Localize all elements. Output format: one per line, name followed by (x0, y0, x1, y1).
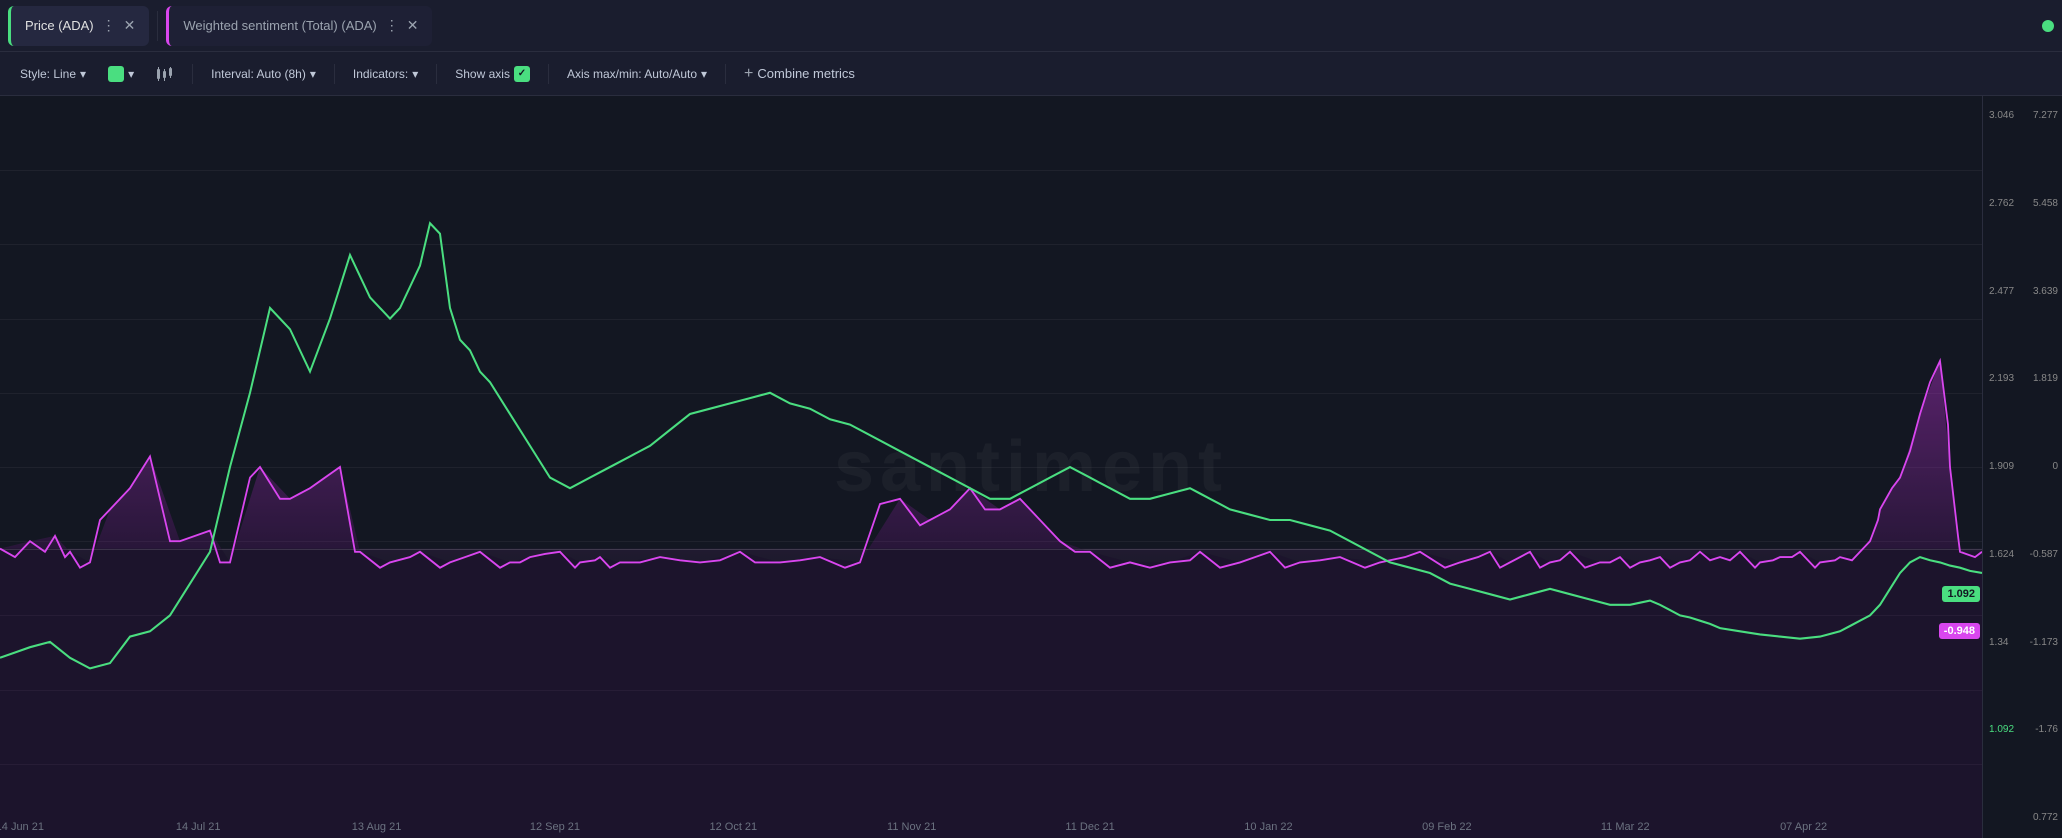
x-label-8: 09 Feb 22 (1422, 821, 1472, 833)
tab-weighted-sentiment-close-icon[interactable]: ✕ (407, 17, 419, 34)
x-label-1: 14 Jul 21 (176, 821, 221, 833)
y-label-pink-0: 7.277 (2027, 110, 2062, 122)
y-label-pink-8: 0.772 (2027, 812, 2062, 824)
style-chevron-icon: ▾ (80, 67, 86, 81)
tab-price-ada-close-icon[interactable]: ✕ (124, 17, 136, 34)
y-label-green-1: 2.762 (1983, 198, 2014, 210)
x-label-5: 11 Nov 21 (887, 821, 936, 833)
toolbar-separator-1 (192, 64, 193, 84)
y-label-green-3: 2.193 (1983, 373, 2014, 385)
axis-max-min-chevron-icon: ▾ (701, 67, 707, 81)
y-label-pink-3: 1.819 (2027, 373, 2062, 385)
color-swatch (108, 66, 124, 82)
tab-weighted-sentiment[interactable]: Weighted sentiment (Total) (ADA) ⋮ ✕ (166, 6, 432, 46)
y-label-pink-2: 3.639 (2027, 286, 2062, 298)
interval-chevron-icon: ▾ (310, 67, 316, 81)
indicators-chevron-icon: ▾ (412, 67, 418, 81)
y-label-pink-6: -1.173 (2024, 637, 2062, 649)
toolbar-separator-2 (334, 64, 335, 84)
toolbar: Style: Line ▾ ▾ Interval: Auto (8h) (0, 52, 2062, 96)
interval-selector[interactable]: Interval: Auto (8h) ▾ (203, 63, 324, 85)
style-selector[interactable]: Style: Line ▾ (12, 63, 94, 85)
x-label-7: 10 Jan 22 (1244, 821, 1292, 833)
price-badge-pink: -0.948 (1939, 623, 1980, 639)
tab-divider (157, 11, 158, 41)
tab-price-ada[interactable]: Price (ADA) ⋮ ✕ (8, 6, 149, 46)
combine-metrics-button[interactable]: + Combine metrics (736, 61, 863, 87)
x-label-10: 07 Apr 22 (1780, 821, 1827, 833)
axis-max-min-selector[interactable]: Axis max/min: Auto/Auto ▾ (559, 63, 715, 85)
show-axis-toggle[interactable]: Show axis ✓ (447, 62, 538, 86)
x-label-4: 12 Oct 21 (709, 821, 757, 833)
combine-metrics-plus-icon: + (744, 65, 753, 83)
indicators-label: Indicators: (353, 67, 408, 81)
x-label-3: 12 Sep 21 (530, 821, 580, 833)
tab-weighted-sentiment-more-icon[interactable]: ⋮ (385, 17, 399, 34)
y-label-pink-7: -1.76 (2029, 724, 2062, 736)
chart-area: santiment (0, 96, 2062, 838)
y-label-green-6: 1.34 (1983, 637, 2008, 649)
y-label-pink-1: 5.458 (2027, 198, 2062, 210)
y-label-green-4: 1.909 (1983, 461, 2014, 473)
price-badge-green: 1.092 (1942, 586, 1980, 602)
interval-label: Interval: Auto (8h) (211, 67, 306, 81)
tab-price-ada-more-icon[interactable]: ⋮ (102, 17, 116, 34)
color-chevron-icon: ▾ (128, 67, 134, 81)
show-axis-checkbox[interactable]: ✓ (514, 66, 530, 82)
combine-metrics-label: Combine metrics (757, 66, 855, 81)
y-label-green-7: 1.092 (1983, 724, 2014, 736)
tab-price-ada-label: Price (ADA) (25, 18, 94, 33)
candle-icon (156, 67, 174, 81)
sentiment-fill-area-below (0, 361, 1982, 838)
show-axis-label: Show axis (455, 67, 510, 81)
y-label-pink-4: 0 (2046, 461, 2062, 473)
color-picker[interactable]: ▾ (100, 62, 142, 86)
toolbar-separator-5 (725, 64, 726, 84)
candle-type-selector[interactable] (148, 63, 182, 85)
x-label-6: 11 Dec 21 (1065, 821, 1114, 833)
axis-max-min-label: Axis max/min: Auto/Auto (567, 67, 697, 81)
y-label-green-0: 3.046 (1983, 110, 2014, 122)
toolbar-separator-4 (548, 64, 549, 84)
x-label-9: 11 Mar 22 (1601, 821, 1650, 833)
tab-weighted-sentiment-label: Weighted sentiment (Total) (ADA) (183, 18, 376, 33)
toolbar-separator-3 (436, 64, 437, 84)
x-axis: 14 Jun 21 14 Jul 21 13 Aug 21 12 Sep 21 … (0, 816, 1982, 838)
y-label-pink-5: -0.587 (2024, 549, 2062, 561)
tab-bar: Price (ADA) ⋮ ✕ Weighted sentiment (Tota… (0, 0, 2062, 52)
style-label: Style: Line (20, 67, 76, 81)
y-label-green-2: 2.477 (1983, 286, 2014, 298)
chart-svg (0, 96, 1982, 838)
x-label-0: 14 Jun 21 (0, 821, 44, 833)
x-label-2: 13 Aug 21 (352, 821, 402, 833)
app-container: Price (ADA) ⋮ ✕ Weighted sentiment (Tota… (0, 0, 2062, 838)
y-label-green-5: 1.624 (1983, 549, 2014, 561)
indicators-selector[interactable]: Indicators: ▾ (345, 63, 426, 85)
online-indicator (2042, 20, 2054, 32)
right-axis: 3.046 7.277 2.762 5.458 2.477 3.639 2.19… (1982, 96, 2062, 838)
